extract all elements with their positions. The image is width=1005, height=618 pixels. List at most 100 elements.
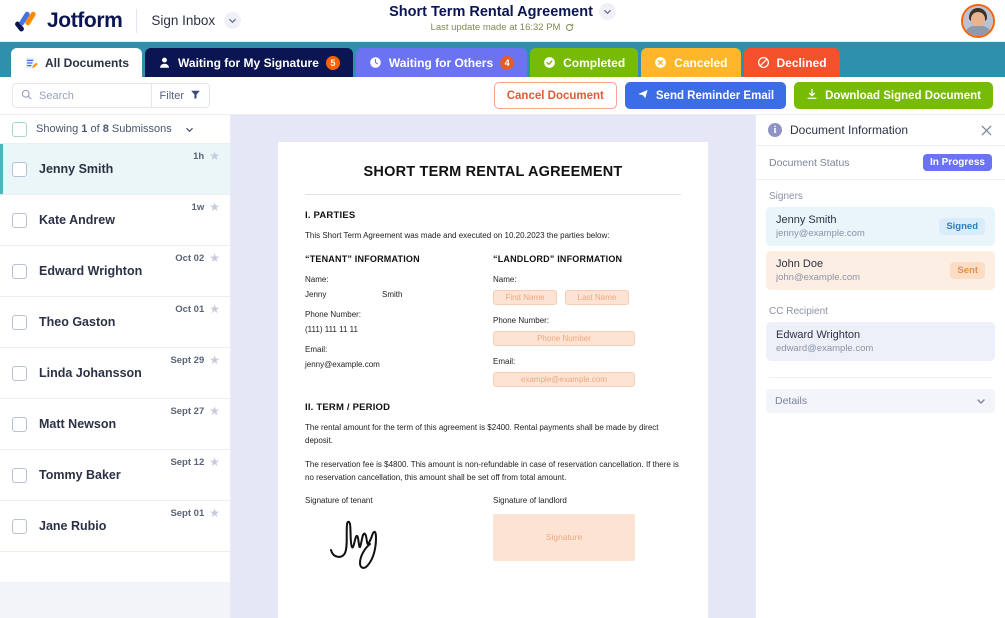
cc-recipient-item[interactable]: Edward Wrighton edward@example.com (766, 322, 995, 361)
filter-label: Filter (159, 89, 184, 102)
filter-button[interactable]: Filter (152, 87, 209, 105)
download-signed-document-button[interactable]: Download Signed Document (794, 82, 993, 109)
submissions-list-pane: Showing 1 of 8 Submissons Jenny Smith 1h ★… (0, 115, 231, 618)
check-circle-icon (543, 56, 556, 69)
star-icon[interactable]: ★ (209, 507, 220, 519)
row-checkbox[interactable] (12, 467, 27, 483)
tab-canceled[interactable]: Canceled (641, 48, 741, 77)
select-all-checkbox[interactable] (12, 121, 27, 137)
send-reminder-email-button[interactable]: Send Reminder Email (624, 82, 787, 109)
tab-bar: All Documents Waiting for My Signature 5… (0, 42, 1005, 77)
row-checkbox[interactable] (12, 365, 27, 381)
download-label: Download Signed Document (825, 89, 981, 102)
signer-item[interactable]: Jenny Smith jenny@example.com Signed (766, 207, 995, 246)
star-icon[interactable]: ★ (209, 201, 220, 213)
ban-icon (757, 56, 770, 69)
row-meta: Oct 02 ★ (175, 252, 220, 264)
star-icon[interactable]: ★ (209, 252, 220, 264)
details-accordion[interactable]: Details (766, 389, 995, 413)
jotform-logo-icon (14, 9, 38, 33)
list-item[interactable]: Linda Johansson Sept 29 ★ (0, 348, 230, 399)
list-item[interactable]: Theo Gaston Oct 01 ★ (0, 297, 230, 348)
landlord-column: “LANDLORD” INFORMATION Name: First Name … (493, 254, 681, 398)
tab-waiting-for-my-signature[interactable]: Waiting for My Signature 5 (145, 48, 353, 77)
download-icon (806, 88, 818, 103)
star-icon[interactable]: ★ (209, 150, 220, 162)
person-status-badge: Sent (950, 262, 985, 279)
row-checkbox[interactable] (12, 518, 27, 534)
submitter-name: Tommy Baker (39, 468, 121, 482)
search-box[interactable]: Search Filter (12, 83, 210, 108)
list-item[interactable]: Jenny Smith 1h ★ (0, 144, 230, 195)
chevron-down-icon (976, 396, 986, 406)
star-icon[interactable]: ★ (209, 456, 220, 468)
landlord-signature-field[interactable]: Signature (493, 513, 635, 561)
tab-waiting-for-others[interactable]: Waiting for Others 4 (355, 48, 528, 77)
refresh-icon[interactable] (565, 23, 574, 32)
row-checkbox[interactable] (12, 416, 27, 432)
tenant-phone-label: Phone Number: (305, 310, 362, 320)
signers-label: Signers (769, 191, 803, 202)
tenant-name-label: Name: (305, 275, 329, 285)
list-item[interactable]: Jane Rubio Sept 01 ★ (0, 501, 230, 552)
row-checkbox[interactable] (12, 314, 27, 330)
brand-logo[interactable]: Jotform (14, 8, 123, 33)
row-checkbox[interactable] (12, 161, 27, 177)
search-placeholder: Search (39, 89, 74, 102)
landlord-last-name-field[interactable]: Last Name (565, 290, 629, 306)
submissions-list-header[interactable]: Showing 1 of 8 Submissons (0, 115, 230, 144)
landlord-heading: “LANDLORD” INFORMATION (493, 254, 623, 265)
submissions-list: Jenny Smith 1h ★ Kate Andrew 1w ★ Edward Wrigh… (0, 144, 230, 582)
tab-completed[interactable]: Completed (530, 48, 639, 77)
star-icon[interactable]: ★ (209, 354, 220, 366)
tenant-phone-value: (111) 111 11 11 (305, 325, 358, 335)
chevron-down-icon[interactable] (185, 125, 194, 134)
tab-label: Waiting for Others (388, 55, 494, 70)
row-checkbox[interactable] (12, 212, 27, 228)
person-info: Jenny Smith jenny@example.com (776, 214, 865, 239)
row-checkbox[interactable] (12, 263, 27, 279)
app-root: Jotform Sign Inbox Short Term Rental Agr… (0, 0, 1005, 618)
close-icon[interactable] (980, 124, 993, 137)
avatar-image (963, 6, 993, 36)
tenant-name-values: Jenny Smith (305, 290, 493, 299)
tab-all-documents[interactable]: All Documents (11, 48, 143, 77)
sign-inbox-selector[interactable]: Sign Inbox (151, 12, 242, 29)
tab-label: Declined (776, 55, 827, 70)
info-panel-divider (769, 377, 992, 378)
tab-label: Waiting for My Signature (178, 55, 319, 70)
person-email: john@example.com (776, 272, 861, 283)
tab-declined[interactable]: Declined (743, 48, 840, 77)
submissions-count-label: Showing 1 of 8 Submissons (36, 123, 172, 135)
list-item[interactable]: Tommy Baker Sept 12 ★ (0, 450, 230, 501)
document-page: SHORT TERM RENTAL AGREEMENT I. PARTIES T… (278, 142, 708, 618)
parties-columns: “TENANT” INFORMATION Name: Jenny Smith P… (305, 254, 681, 398)
landlord-email-field[interactable]: example@example.com (493, 372, 635, 388)
landlord-phone-field[interactable]: Phone Number (493, 331, 635, 347)
person-name: John Doe (776, 258, 824, 270)
funnel-icon (190, 87, 201, 105)
search-input[interactable]: Search (13, 87, 151, 105)
section-term-heading: II. TERM / PERIOD (305, 402, 391, 414)
row-meta: Sept 01 ★ (170, 507, 220, 519)
chevron-down-icon[interactable] (598, 3, 616, 20)
avatar[interactable] (961, 4, 995, 38)
row-meta: Sept 27 ★ (170, 405, 220, 417)
row-meta: 1h ★ (193, 150, 220, 162)
brand-name: Jotform (47, 8, 123, 32)
signer-item[interactable]: John Doe john@example.com Sent (766, 251, 995, 290)
star-icon[interactable]: ★ (209, 303, 220, 315)
list-item[interactable]: Matt Newson Sept 27 ★ (0, 399, 230, 450)
document-status-row: Document Status In Progress (756, 146, 1005, 180)
cancel-document-button[interactable]: Cancel Document (493, 82, 617, 109)
person-status-badge: Signed (939, 218, 985, 235)
star-icon[interactable]: ★ (209, 405, 220, 417)
status-badge: In Progress (922, 154, 992, 171)
handwritten-signature (305, 514, 493, 577)
landlord-name-fields: First Name Last Name (493, 290, 681, 306)
list-item[interactable]: Kate Andrew 1w ★ (0, 195, 230, 246)
landlord-first-name-field[interactable]: First Name (493, 290, 557, 306)
list-item[interactable]: Edward Wrighton Oct 02 ★ (0, 246, 230, 297)
person-info: Edward Wrighton edward@example.com (776, 329, 873, 354)
info-icon: i (768, 123, 782, 137)
